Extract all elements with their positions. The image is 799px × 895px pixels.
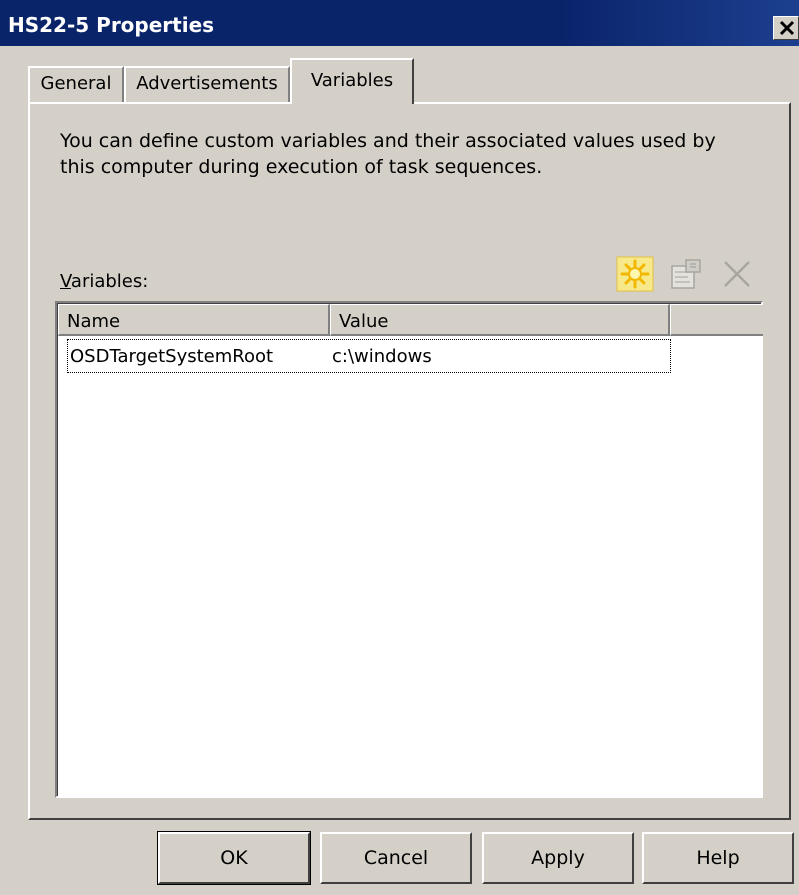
window-title: HS22-5 Properties: [8, 13, 215, 37]
variables-list-body: Name Value OSDTargetSystemRoot c:\window…: [57, 303, 763, 796]
close-icon: [779, 20, 795, 36]
table-row[interactable]: OSDTargetSystemRoot c:\windows: [67, 339, 671, 373]
variables-label-accelerator: V: [60, 271, 71, 292]
variables-list[interactable]: Name Value OSDTargetSystemRoot c:\window…: [55, 301, 763, 798]
description-line-1: You can define custom variables and thei…: [60, 130, 716, 152]
column-header-name-label: Name: [67, 311, 121, 332]
tab-general-label: General: [40, 73, 112, 94]
column-header-value-label: Value: [339, 311, 389, 332]
title-bar[interactable]: HS22-5 Properties: [0, 0, 799, 46]
tab-general[interactable]: General: [28, 66, 124, 102]
properties-button[interactable]: [666, 256, 704, 292]
column-header-value[interactable]: Value: [330, 304, 670, 336]
variables-label: Variables:: [60, 271, 148, 292]
cancel-button-label: Cancel: [363, 847, 429, 869]
apply-button-label: Apply: [531, 847, 585, 869]
new-variable-button[interactable]: [616, 256, 654, 292]
variables-label-text: ariables:: [70, 271, 149, 292]
panel-description: You can define custom variables and thei…: [60, 128, 760, 180]
delete-button[interactable]: [718, 256, 756, 292]
ok-button[interactable]: OK: [157, 831, 311, 885]
tab-advertisements-label: Advertisements: [136, 73, 278, 94]
tab-variables[interactable]: Variables: [290, 58, 414, 104]
ok-button-label: OK: [220, 847, 248, 869]
help-button-label: Help: [696, 847, 740, 869]
column-header-name[interactable]: Name: [58, 304, 330, 336]
description-line-2: this computer during execution of task s…: [60, 156, 543, 178]
cancel-button[interactable]: Cancel: [320, 832, 472, 884]
tab-advertisements[interactable]: Advertisements: [124, 66, 290, 102]
cell-variable-name: OSDTargetSystemRoot: [70, 346, 274, 367]
tab-variables-label: Variables: [310, 70, 394, 91]
apply-button[interactable]: Apply: [482, 832, 634, 884]
cell-variable-value: c:\windows: [332, 346, 432, 367]
column-header-filler: [670, 304, 763, 336]
delete-icon: [724, 261, 750, 287]
properties-icon: [671, 259, 701, 289]
new-variable-icon: [616, 256, 654, 292]
close-button[interactable]: [773, 16, 799, 40]
help-button[interactable]: Help: [642, 832, 794, 884]
